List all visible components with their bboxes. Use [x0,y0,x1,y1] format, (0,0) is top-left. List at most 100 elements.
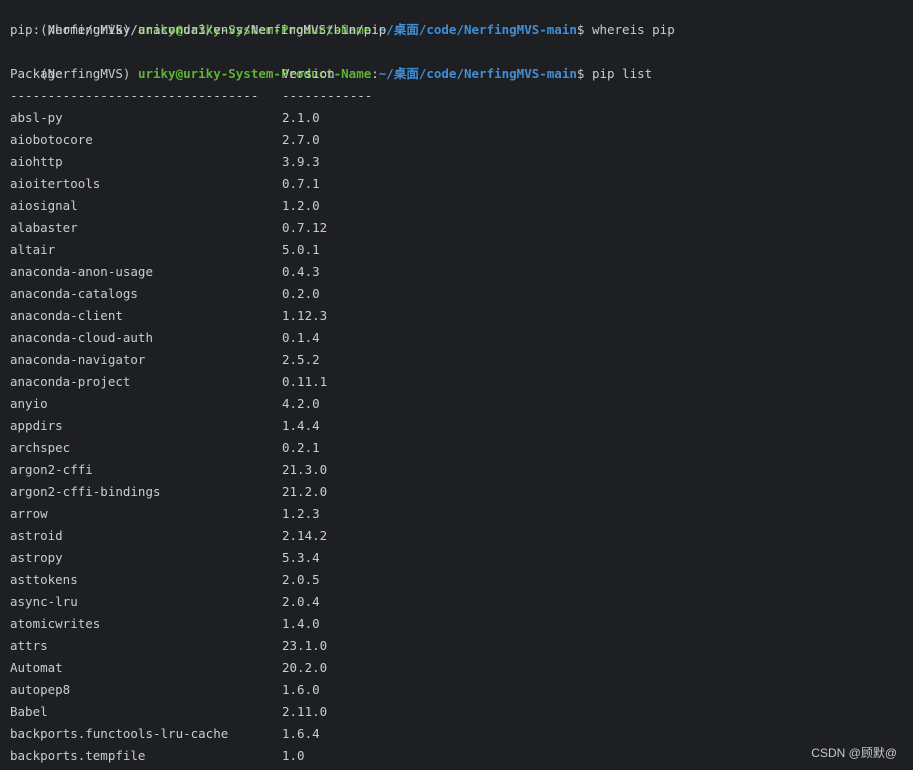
terminal-window[interactable]: (NerfingMVS) uriky@uriky-System-Product-… [0,0,913,770]
package-version: 0.7.12 [282,220,328,235]
package-name: atomicwrites [10,616,101,631]
table-row: archspec 0.2.1 [10,437,610,459]
package-name: Babel [10,704,48,719]
package-version: 0.11.1 [282,374,328,389]
package-version: 23.1.0 [282,638,328,653]
package-name: aiohttp [10,154,63,169]
package-version: 1.6.4 [282,726,320,741]
table-row: aioitertools 0.7.1 [10,173,610,195]
package-name: alabaster [10,220,78,235]
table-row: anaconda-anon-usage 0.4.3 [10,261,610,283]
table-row: anaconda-navigator 2.5.2 [10,349,610,371]
package-name: anyio [10,396,48,411]
table-row: aiohttp 3.9.3 [10,151,610,173]
command-text: whereis pip [591,22,675,37]
package-name: argon2-cffi-bindings [10,484,161,499]
package-version: 2.14.2 [282,528,328,543]
package-name: anaconda-anon-usage [10,264,153,279]
package-version: 3.9.3 [282,154,320,169]
package-version: 2.11.0 [282,704,328,719]
table-row: attrs 23.1.0 [10,635,610,657]
package-name: anaconda-catalogs [10,286,138,301]
table-header-rule: --------------------------------- ------… [10,85,610,107]
package-name: anaconda-client [10,308,123,323]
package-name: aiobotocore [10,132,93,147]
table-row: arrow 1.2.3 [10,503,610,525]
package-name: aioitertools [10,176,101,191]
table-row: autopep8 1.6.0 [10,679,610,701]
working-directory: ~/桌面/code/NerfingMVS-main [378,22,577,37]
table-row: anaconda-client 1.12.3 [10,305,610,327]
package-name: argon2-cffi [10,462,93,477]
package-version: 1.2.0 [282,198,320,213]
table-row: appdirs 1.4.4 [10,415,610,437]
package-version: 0.2.1 [282,440,320,455]
package-version: 20.2.0 [282,660,328,675]
package-version: 2.0.4 [282,594,320,609]
table-row: anyio 4.2.0 [10,393,610,415]
package-version: 1.4.0 [282,616,320,631]
package-name: Automat [10,660,63,675]
table-row: alabaster 0.7.12 [10,217,610,239]
package-name: backports.functools-lru-cache [10,726,229,741]
table-row: backports.tempfile 1.0 [10,745,610,767]
package-name: anaconda-cloud-auth [10,330,153,345]
package-version: 5.0.1 [282,242,320,257]
package-version: 2.0.5 [282,572,320,587]
whereis-output: pip: /home/uriky/anaconda3/envs/NerfingM… [10,22,387,37]
table-row: aiosignal 1.2.0 [10,195,610,217]
package-version: 4.2.0 [282,396,320,411]
package-version: 0.4.3 [282,264,320,279]
package-name: archspec [10,440,71,455]
package-name: arrow [10,506,48,521]
table-row: astropy 5.3.4 [10,547,610,569]
package-version: 21.2.0 [282,484,328,499]
package-version: 2.5.2 [282,352,320,367]
table-row: argon2-cffi-bindings 21.2.0 [10,481,610,503]
package-name: backports.tempfile [10,748,146,763]
table-row: absl-py 2.1.0 [10,107,610,129]
table-header: Package Version [10,63,610,85]
package-name: altair [10,242,56,257]
table-row: Automat 20.2.0 [10,657,610,679]
prompt-dollar: $ [576,22,585,37]
rule-package: --------------------------------- [10,88,259,103]
package-version: 5.3.4 [282,550,320,565]
prompt-line-1: (NerfingMVS) uriky@uriky-System-Product-… [10,0,675,37]
package-name: astropy [10,550,63,565]
package-name: autopep8 [10,682,71,697]
table-row: asttokens 2.0.5 [10,569,610,591]
package-version: 1.4.4 [282,418,320,433]
table-row: anaconda-cloud-auth 0.1.4 [10,327,610,349]
table-row: argon2-cffi 21.3.0 [10,459,610,481]
package-name: astroid [10,528,63,543]
package-name: async-lru [10,594,78,609]
column-header-version: Version [282,66,335,81]
package-version: 0.2.0 [282,286,320,301]
package-name: anaconda-project [10,374,131,389]
package-version: 2.7.0 [282,132,320,147]
package-version: 1.2.3 [282,506,320,521]
package-version: 1.12.3 [282,308,328,323]
table-row: async-lru 2.0.4 [10,591,610,613]
package-name: attrs [10,638,48,653]
table-row: anaconda-catalogs 0.2.0 [10,283,610,305]
table-row: aiobotocore 2.7.0 [10,129,610,151]
table-row: Babel 2.11.0 [10,701,610,723]
package-name: anaconda-navigator [10,352,146,367]
prompt-line-2: (NerfingMVS) uriky@uriky-System-Product-… [10,41,652,81]
rule-version: ------------ [282,88,373,103]
package-version: 1.0 [282,748,305,763]
package-version: 1.6.0 [282,682,320,697]
package-version: 0.7.1 [282,176,320,191]
column-header-package: Package [10,66,63,81]
csdn-watermark: CSDN @顾默@ [811,746,897,760]
package-name: asttokens [10,572,78,587]
package-version: 21.3.0 [282,462,328,477]
table-row: atomicwrites 1.4.0 [10,613,610,635]
table-row: altair 5.0.1 [10,239,610,261]
package-name: absl-py [10,110,63,125]
package-version: 0.1.4 [282,330,320,345]
table-row: astroid 2.14.2 [10,525,610,547]
package-name: aiosignal [10,198,78,213]
